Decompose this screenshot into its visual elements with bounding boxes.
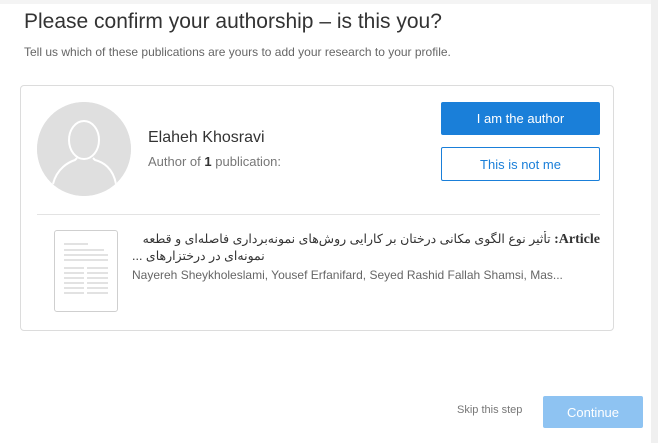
window-top-edge: [0, 0, 658, 4]
i-am-the-author-button[interactable]: I am the author: [441, 102, 600, 135]
continue-button[interactable]: Continue: [543, 396, 643, 428]
dialog-subtitle: Tell us which of these publications are …: [24, 45, 451, 59]
author-meta-suffix: publication:: [215, 154, 282, 169]
publication-title-text: تأثیر نوع الگوی مکانی درختان بر کارایی ر…: [142, 232, 551, 246]
author-publication-count: Author of 1 publication:: [148, 154, 281, 169]
dialog-title: Please confirm your authorship – is this…: [24, 10, 442, 33]
skip-this-step-link[interactable]: Skip this step: [457, 404, 522, 416]
window-right-edge: [651, 0, 658, 443]
publication-count: 1: [204, 154, 212, 169]
author-meta-prefix: Author of: [148, 154, 201, 169]
publication-title-line-2: ... نمونه‌ای در درختزارهای: [132, 249, 265, 263]
this-is-not-me-button[interactable]: This is not me: [441, 147, 600, 181]
author-card: Elaheh Khosravi Author of 1 publication:…: [20, 85, 614, 331]
author-name: Elaheh Khosravi: [148, 129, 265, 146]
publication-authors: Nayereh Sheykholeslami, Yousef Erfanifar…: [132, 268, 563, 282]
publication-title[interactable]: Article: تأثیر نوع الگوی مکانی درختان بر…: [132, 231, 600, 264]
card-divider: [37, 214, 600, 215]
publication-title-line: Article: تأثیر نوع الگوی مکانی درختان بر…: [132, 231, 600, 248]
publication-type: Article:: [554, 232, 600, 247]
document-thumbnail-icon: [54, 230, 118, 312]
user-silhouette-icon: [37, 102, 131, 196]
